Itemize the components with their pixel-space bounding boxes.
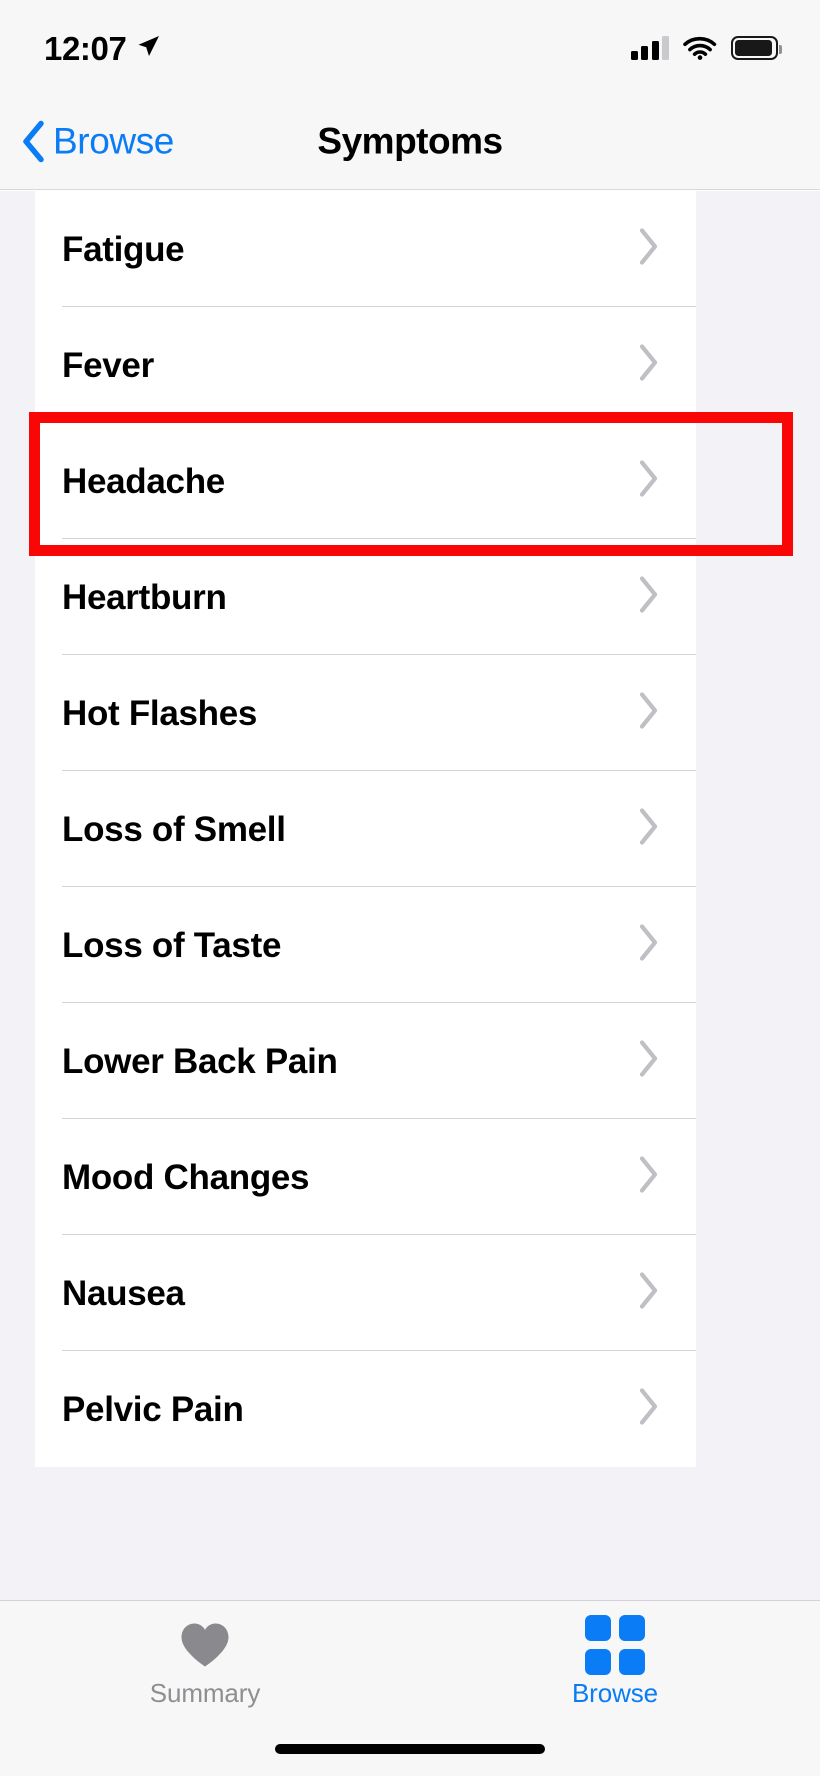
list-item[interactable]: Loss of Smell — [35, 771, 696, 887]
status-bar-clock: 12:07 — [44, 29, 127, 67]
chevron-right-icon — [638, 228, 660, 271]
heart-icon — [179, 1619, 231, 1671]
list-item[interactable]: Nausea — [35, 1235, 696, 1351]
home-indicator[interactable] — [275, 1744, 545, 1754]
chevron-right-icon — [638, 1156, 660, 1199]
status-bar-right — [630, 32, 782, 60]
list-item-label: Hot Flashes — [62, 693, 258, 733]
chevron-right-icon — [638, 692, 660, 735]
list-item[interactable]: Hot Flashes — [35, 655, 696, 771]
cellular-signal-icon — [630, 35, 669, 60]
list-item[interactable]: Pelvic Pain — [35, 1351, 696, 1467]
page-title: Symptoms — [317, 120, 503, 161]
symptoms-list: Fatigue Fever Headache Heartburn Hot Flashes… — [35, 191, 696, 1467]
chevron-right-icon — [638, 576, 660, 619]
list-item-label: Loss of Taste — [62, 925, 282, 965]
chevron-right-icon — [638, 460, 660, 503]
list-item[interactable]: Fatigue — [35, 191, 696, 307]
status-bar: 12:07 — [0, 0, 820, 92]
list-item[interactable]: Fever — [35, 307, 696, 423]
tab-browse-label: Browse — [571, 1678, 659, 1708]
chevron-right-icon — [638, 808, 660, 851]
list-item[interactable]: Mood Changes — [35, 1119, 696, 1235]
list-item[interactable]: Loss of Taste — [35, 887, 696, 1003]
list-item-label: Pelvic Pain — [62, 1389, 244, 1429]
status-bar-left: 12:07 — [44, 28, 161, 65]
chevron-right-icon — [638, 924, 660, 967]
symptoms-list-scroll-area[interactable]: Fatigue Fever Headache Heartburn Hot Flashes… — [0, 191, 820, 1600]
list-item-label: Fatigue — [62, 229, 185, 269]
list-item-label: Lower Back Pain — [62, 1041, 338, 1081]
location-arrow-icon — [138, 36, 160, 56]
battery-icon — [731, 35, 782, 60]
list-item-label: Headache — [62, 461, 225, 501]
list-item-label: Heartburn — [62, 577, 227, 617]
list-item[interactable]: Lower Back Pain — [35, 1003, 696, 1119]
wifi-icon — [683, 36, 717, 60]
list-item-label: Fever — [62, 345, 154, 385]
grid-squares-icon — [585, 1615, 645, 1675]
list-item-label: Mood Changes — [62, 1157, 310, 1197]
list-item-label: Loss of Smell — [62, 809, 286, 849]
chevron-right-icon — [638, 1272, 660, 1315]
list-item[interactable]: Headache — [35, 423, 696, 539]
tab-summary-label: Summary — [149, 1678, 261, 1708]
chevron-right-icon — [638, 1388, 660, 1431]
iphone-screen: 12:07 Browse Symptoms Fatigue Fever Head… — [0, 0, 820, 1776]
navigation-bar: Browse Symptoms — [0, 92, 820, 190]
chevron-right-icon — [638, 1040, 660, 1083]
chevron-right-icon — [638, 344, 660, 387]
list-item-label: Nausea — [62, 1273, 185, 1313]
list-item[interactable]: Heartburn — [35, 539, 696, 655]
